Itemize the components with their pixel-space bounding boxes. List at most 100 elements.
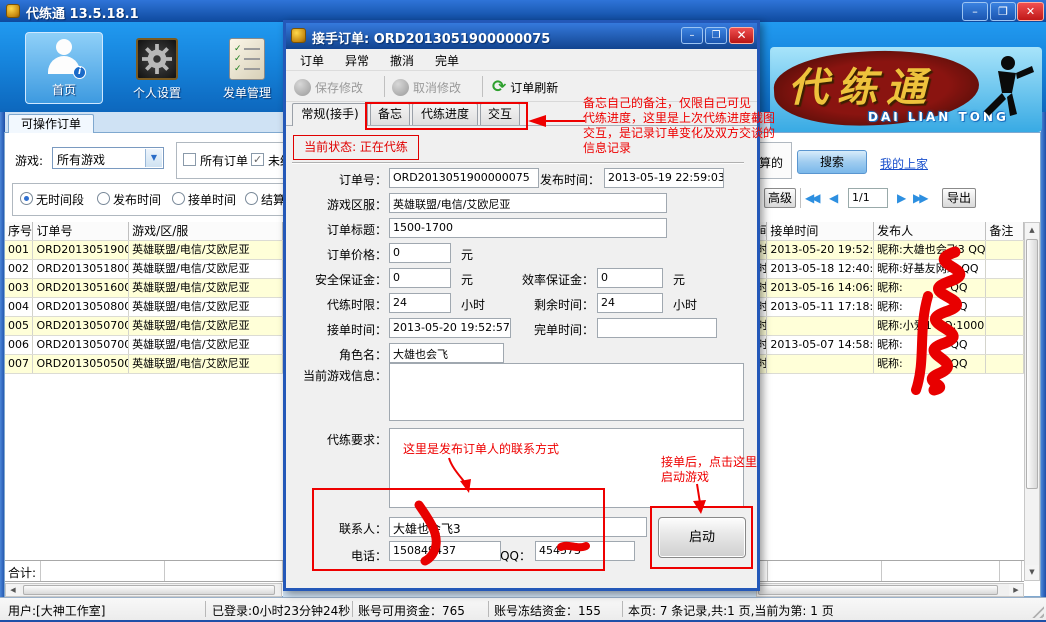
price-field[interactable]: 0 bbox=[389, 243, 451, 263]
order-row[interactable]: 004 ORD2013050800000008 英雄联盟/电信/艾欧尼亚 bbox=[5, 298, 283, 317]
order-row-right[interactable]: 时 昵称:小爱1 QQ:1000 bbox=[756, 317, 1024, 336]
role-name-field[interactable]: 大雄也会飞 bbox=[389, 343, 504, 363]
nav-settings-label: 个人设置 bbox=[122, 84, 192, 101]
order-title-field[interactable]: 1500-1700 bbox=[389, 218, 667, 238]
col-accept-time[interactable]: 接单时间 bbox=[767, 222, 874, 240]
dialog-close-button[interactable]: ✕ bbox=[729, 27, 754, 44]
pager-input[interactable]: 1/1 bbox=[848, 188, 888, 208]
radio-accept-time-label: 接单时间 bbox=[188, 191, 236, 208]
scrollbar-thumb[interactable] bbox=[1026, 239, 1038, 489]
finish-time-field[interactable] bbox=[597, 318, 717, 338]
order-row-right[interactable]: 时 昵称: QQ bbox=[756, 355, 1024, 374]
order-row[interactable]: 005 ORD2013050700000028 英雄联盟/电信/艾欧尼亚 bbox=[5, 317, 283, 336]
advanced-button[interactable]: 高级 bbox=[764, 188, 796, 208]
order-row-right[interactable]: 时 2013-05-11 17:18:10 昵称: QQ bbox=[756, 298, 1024, 317]
order-row-right[interactable]: 时 2013-05-20 19:52:57 昵称:大雄也会飞3 QQ bbox=[756, 241, 1024, 260]
menu-order[interactable]: 订单 bbox=[300, 52, 324, 69]
save-icon bbox=[294, 79, 311, 96]
export-button[interactable]: 导出 bbox=[942, 188, 976, 208]
order-row[interactable]: 006 ORD2013050700000007 英雄联盟/电信/艾欧尼亚 bbox=[5, 336, 283, 355]
scroll-down-icon[interactable]: ▼ bbox=[1025, 565, 1039, 580]
time-limit-field[interactable]: 24 bbox=[389, 293, 451, 313]
nav-home-button[interactable]: i 首页 bbox=[25, 32, 103, 104]
tab-interaction[interactable]: 交互 bbox=[480, 103, 520, 125]
order-row-right[interactable]: 时 2013-05-16 14:06:44 昵称: QQ bbox=[756, 279, 1024, 298]
contact-field[interactable]: 大雄也会飞3 bbox=[389, 517, 647, 537]
order-row[interactable]: 002 ORD2013051800000001 英雄联盟/电信/艾欧尼亚 bbox=[5, 260, 283, 279]
all-orders-checkbox[interactable] bbox=[183, 153, 196, 166]
refresh-order-button[interactable]: ⟳ 订单刷新 bbox=[492, 75, 558, 99]
cancel-changes-button[interactable]: 取消修改 bbox=[392, 75, 461, 99]
scroll-right-icon[interactable]: ▶ bbox=[1009, 584, 1023, 596]
tab-operable-orders[interactable]: 可操作订单 bbox=[8, 114, 94, 133]
accept-time-field[interactable]: 2013-05-20 19:52:57 bbox=[389, 318, 511, 338]
order-no-field[interactable]: ORD2013051900000075 bbox=[389, 168, 539, 188]
save-changes-button[interactable]: 保存修改 bbox=[294, 75, 363, 99]
col-publisher[interactable]: 发布人 bbox=[874, 222, 986, 240]
game-info-label: 当前游戏信息： bbox=[291, 367, 387, 384]
radio-settle-time[interactable] bbox=[245, 192, 258, 205]
scrollbar-thumb[interactable] bbox=[23, 585, 275, 595]
col-seq[interactable]: 序号 bbox=[5, 222, 33, 240]
efficiency-deposit-field[interactable]: 0 bbox=[597, 268, 663, 288]
horizontal-scrollbar-left[interactable]: ◀ bbox=[5, 583, 282, 597]
time-limit-label: 代练时限： bbox=[291, 296, 387, 313]
tab-progress[interactable]: 代练进度 bbox=[412, 103, 478, 125]
chevron-down-icon[interactable]: ▼ bbox=[145, 149, 162, 167]
horizontal-scrollbar-right[interactable]: ▶ bbox=[756, 583, 1024, 597]
game-filter-select[interactable]: 所有游戏 ▼ bbox=[52, 147, 164, 169]
pager-prev-icon[interactable]: ◀ bbox=[829, 191, 835, 205]
scroll-left-icon[interactable]: ◀ bbox=[6, 584, 20, 596]
my-upline-link[interactable]: 我的上家 bbox=[880, 155, 928, 172]
totals-row-right bbox=[756, 560, 1024, 582]
home-avatar-icon: i bbox=[42, 39, 86, 79]
minimize-button[interactable]: – bbox=[962, 2, 988, 21]
order-row-right[interactable]: 时 2013-05-18 12:40:39 昵称:好基友网络 QQ bbox=[756, 260, 1024, 279]
col-order-no[interactable]: 订单号 bbox=[33, 222, 129, 240]
tab-general[interactable]: 常规(接手) bbox=[292, 103, 368, 126]
order-row[interactable]: 001 ORD2013051900000075 英雄联盟/电信/艾欧尼亚 bbox=[5, 241, 283, 260]
search-button[interactable]: 搜索 bbox=[797, 150, 867, 174]
tab-memo[interactable]: 备忘 bbox=[370, 103, 410, 125]
col-remark[interactable]: 备注 bbox=[986, 222, 1024, 240]
scroll-up-icon[interactable]: ▲ bbox=[1025, 223, 1039, 238]
nav-orders-button[interactable]: ✓ ✓ ✓ 发单管理 bbox=[212, 38, 282, 104]
vertical-scrollbar[interactable]: ▲ ▼ bbox=[1024, 222, 1040, 581]
dialog-maximize-button[interactable]: ❐ bbox=[705, 27, 727, 44]
menu-complete[interactable]: 完单 bbox=[435, 52, 459, 69]
nav-settings-button[interactable]: 个人设置 bbox=[122, 38, 192, 104]
menu-revoke[interactable]: 撤消 bbox=[390, 52, 414, 69]
efficiency-deposit-label: 效率保证金： bbox=[516, 271, 594, 288]
col-game-server[interactable]: 游戏/区/服 bbox=[129, 222, 283, 240]
radio-publish-time[interactable] bbox=[97, 192, 110, 205]
launch-game-button[interactable]: 启动 bbox=[658, 517, 746, 558]
app-icon bbox=[6, 4, 20, 18]
totals-row-left: 合计: bbox=[5, 560, 283, 582]
remain-time-field[interactable]: 24 bbox=[597, 293, 663, 313]
close-button[interactable]: ✕ bbox=[1017, 2, 1044, 21]
game-info-textarea[interactable] bbox=[389, 363, 744, 421]
unsettled-checkbox[interactable] bbox=[251, 153, 264, 166]
order-row[interactable]: 007 ORD2013050500000018 英雄联盟/电信/艾欧尼亚 bbox=[5, 355, 283, 374]
publish-time-label: 发布时间： bbox=[530, 171, 600, 188]
order-row[interactable]: 003 ORD2013051600000008 英雄联盟/电信/艾欧尼亚 bbox=[5, 279, 283, 298]
divider bbox=[800, 188, 801, 208]
price-label: 订单价格： bbox=[291, 246, 387, 263]
dialog-minimize-button[interactable]: – bbox=[681, 27, 703, 44]
order-row-right[interactable]: 时 2013-05-07 14:58:17 昵称: QQ bbox=[756, 336, 1024, 355]
annotation-contact-note: 这里是发布订单人的联系方式 bbox=[403, 442, 559, 457]
status-login-time: 已登录:0小时23分钟24秒 bbox=[212, 602, 350, 619]
price-unit: 元 bbox=[461, 246, 473, 263]
qq-field[interactable]: 454573 bbox=[535, 541, 635, 561]
publish-time-field[interactable]: 2013-05-19 22:59:03 bbox=[604, 168, 724, 188]
safety-deposit-field[interactable]: 0 bbox=[389, 268, 451, 288]
menu-exception[interactable]: 异常 bbox=[345, 52, 369, 69]
radio-accept-time[interactable] bbox=[172, 192, 185, 205]
game-server-field[interactable]: 英雄联盟/电信/艾欧尼亚 bbox=[389, 193, 667, 213]
pager-first-icon[interactable]: ◀◀ bbox=[805, 191, 817, 205]
scrollbar-thumb[interactable] bbox=[758, 585, 998, 595]
maximize-button[interactable]: ❐ bbox=[990, 2, 1016, 21]
radio-no-time[interactable] bbox=[20, 192, 33, 205]
pager-last-icon[interactable]: ▶▶ bbox=[913, 191, 925, 205]
pager-next-icon[interactable]: ▶ bbox=[897, 191, 903, 205]
